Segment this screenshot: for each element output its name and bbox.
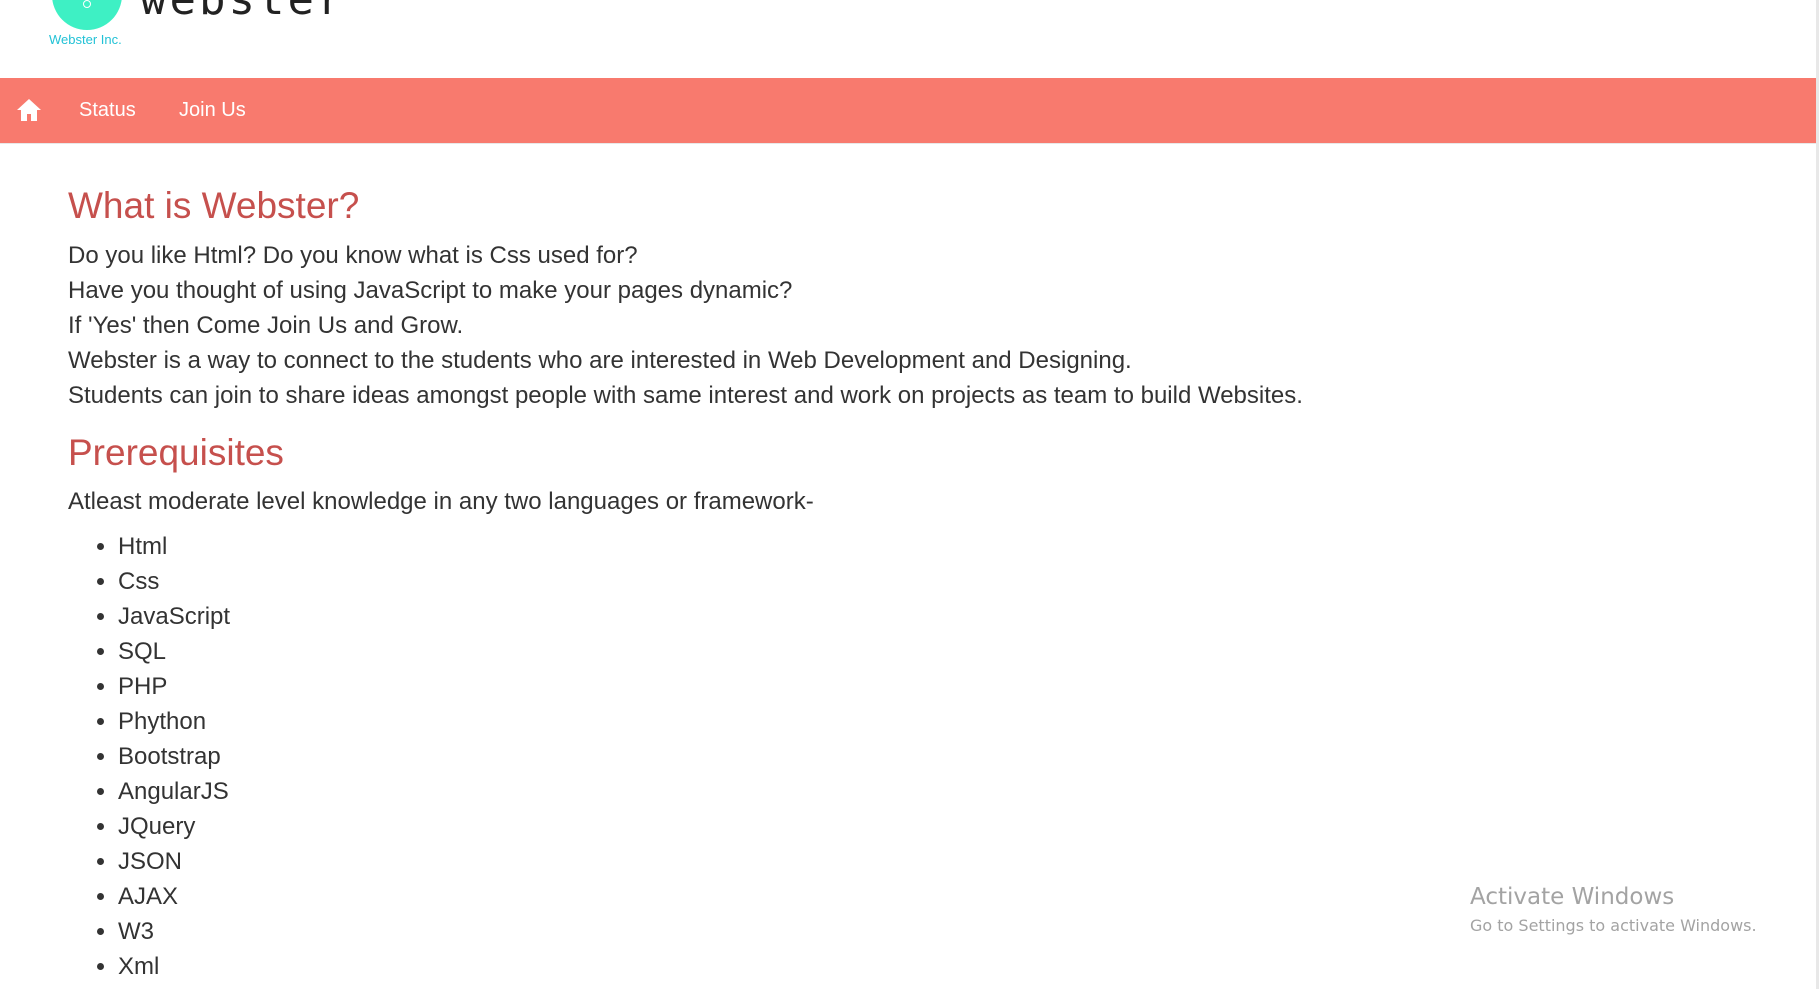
logo-wordmark[interactable]: webster — [140, 0, 346, 22]
home-icon[interactable] — [16, 98, 42, 122]
list-item: JQuery — [118, 809, 1468, 844]
list-item: Xml — [118, 949, 1468, 984]
list-item: Phython — [118, 704, 1468, 739]
about-heading: What is Webster? — [68, 185, 360, 226]
logo-dot-icon — [83, 0, 91, 8]
watermark-title: Activate Windows — [1470, 884, 1675, 910]
about-line: If 'Yes' then Come Join Us and Grow. — [68, 312, 464, 339]
prerequisites-description: Atleast moderate level knowledge in any … — [68, 488, 814, 515]
languages-list: Html Css JavaScript SQL PHP Phython Boot… — [68, 529, 1468, 984]
list-item: AJAX — [118, 879, 1468, 914]
site-header: webster Webster Inc. — [0, 0, 1819, 78]
nav-link-join-us[interactable]: Join Us — [179, 99, 246, 121]
list-item: SQL — [118, 634, 1468, 669]
list-item: W3 — [118, 914, 1468, 949]
nav-link-status[interactable]: Status — [79, 99, 136, 121]
about-line: Webster is a way to connect to the stude… — [68, 347, 1132, 374]
watermark-subtitle: Go to Settings to activate Windows. — [1470, 916, 1757, 935]
list-item: AngularJS — [118, 774, 1468, 809]
about-line: Do you like Html? Do you know what is Cs… — [68, 242, 638, 269]
prerequisites-heading: Prerequisites — [68, 432, 284, 473]
main-content: What is Webster? Do you like Html? Do yo… — [68, 184, 1468, 984]
logo-subtitle: Webster Inc. — [49, 32, 122, 47]
list-item: PHP — [118, 669, 1468, 704]
about-line: Have you thought of using JavaScript to … — [68, 277, 793, 304]
about-text: Do you like Html? Do you know what is Cs… — [68, 238, 1468, 413]
nav-bar: Status Join Us — [0, 78, 1816, 144]
logo-icon[interactable] — [52, 0, 122, 30]
list-item: Css — [118, 564, 1468, 599]
page: webster Webster Inc. Status Join Us What… — [0, 0, 1819, 989]
about-line: Students can join to share ideas amongst… — [68, 382, 1303, 409]
list-item: Bootstrap — [118, 739, 1468, 774]
list-item: JSON — [118, 844, 1468, 879]
list-item: Html — [118, 529, 1468, 564]
activate-windows-watermark: Activate Windows Go to Settings to activ… — [1470, 882, 1757, 938]
list-item: JavaScript — [118, 599, 1468, 634]
